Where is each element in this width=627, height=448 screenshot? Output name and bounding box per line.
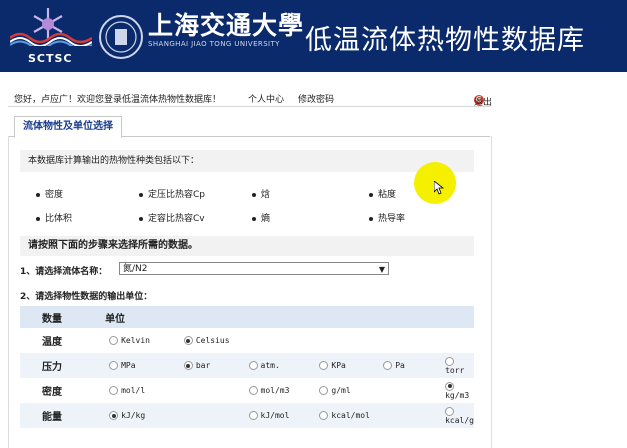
dropdown-arrow-icon: ▼ [378, 265, 385, 274]
radio-button[interactable] [109, 361, 119, 370]
radio-button[interactable] [319, 386, 329, 395]
radio-button[interactable] [445, 406, 455, 416]
header-unit: 单位 [87, 306, 474, 328]
radio-button[interactable] [183, 361, 193, 370]
radio-button[interactable] [445, 381, 455, 391]
radio-option[interactable]: Pa [383, 353, 446, 378]
bullet-icon [36, 192, 40, 197]
sctsc-logo: SCTSC [10, 4, 92, 65]
database-title: 低温流体热物性数据库 [305, 25, 585, 56]
radio-button[interactable] [109, 411, 119, 420]
radio-button[interactable] [445, 356, 455, 366]
radio-button[interactable] [383, 361, 393, 370]
property-item: 焓 [252, 187, 270, 200]
radio-option[interactable]: Celsius [183, 328, 474, 353]
change-password-link[interactable]: 修改密码 [298, 92, 334, 105]
property-item: 熵 [252, 211, 270, 224]
university-name-en: SHANGHAI JIAO TONG UNIVERSITY [148, 40, 280, 48]
radio-option[interactable]: kcal/mol [319, 403, 446, 428]
welcome-text: 您好，卢应广！欢迎您登录低温流体热物性数据库！ [14, 95, 222, 105]
radio-option[interactable]: atm. [248, 353, 320, 378]
table-row: 密度 mol/l mol/m3 g/ml kg/m3 [20, 378, 474, 403]
radio-button[interactable] [109, 336, 119, 345]
property-item: 定压比热容Cp [139, 187, 205, 200]
table-row: 能量 kJ/kg kJ/mol kcal/mol kcal/g [20, 403, 474, 428]
table-row: 温度 Kelvin Celsius [20, 328, 474, 353]
row-label: 温度 [42, 337, 62, 348]
radio-option[interactable]: kJ/mol [248, 403, 320, 428]
bullet-icon [139, 216, 143, 221]
bullet-icon [252, 192, 256, 197]
bullet-icon [252, 216, 256, 221]
table-header-row: 数量 单位 [20, 306, 474, 328]
radio-button[interactable] [183, 336, 193, 345]
bullet-icon [369, 216, 373, 221]
mouse-pointer-icon [434, 181, 444, 195]
bullet-icon [139, 192, 143, 197]
radio-button[interactable] [319, 361, 329, 370]
radio-option[interactable]: kg/m3 [445, 378, 474, 403]
steps-heading: 请按照下面的步骤来选择所需的数据。 [20, 236, 474, 256]
radio-option[interactable]: g/ml [319, 378, 445, 403]
radio-option[interactable]: bar [183, 353, 249, 378]
radio-button[interactable] [248, 361, 258, 370]
bullet-icon [36, 216, 40, 221]
radio-option[interactable]: Kelvin [87, 328, 184, 353]
property-item: 热导率 [369, 211, 405, 224]
tab-bar: 流体物性及单位选择 [8, 112, 490, 138]
personal-center-link[interactable]: 个人中心 [248, 92, 284, 105]
bullet-icon [369, 192, 373, 197]
radio-button[interactable] [248, 411, 258, 420]
wave-logo-icon [10, 32, 92, 46]
radio-option[interactable]: kcal/g [445, 403, 474, 428]
property-item: 密度 [36, 187, 63, 200]
tab-fluid-property-unit[interactable]: 流体物性及单位选择 [14, 116, 122, 138]
user-bar: 您好，卢应广！欢迎您登录低温流体热物性数据库！ 个人中心 修改密码 ⊗ 退出 [8, 88, 493, 108]
radio-option[interactable]: mol/m3 [248, 378, 320, 403]
row-label: 能量 [20, 403, 88, 428]
property-item: 粘度 [369, 187, 396, 200]
university-seal-icon [99, 15, 143, 59]
fluid-select-value: 氮/N2 [123, 264, 148, 274]
university-name: 上海交通大學 SHANGHAI JIAO TONG UNIVERSITY [148, 11, 305, 49]
logo-text: SCTSC [28, 52, 73, 65]
step2-label: 2、请选择物性数据的输出单位： [20, 292, 153, 302]
property-item: 定容比热容Cv [139, 211, 205, 224]
property-item: 比体积 [36, 211, 72, 224]
radio-button[interactable] [319, 411, 329, 420]
radio-option[interactable]: kJ/kg [87, 403, 249, 428]
units-table: 数量 单位 温度 Kelvin Celsius 压力 MPa bar atm. … [20, 306, 474, 428]
radio-option[interactable]: MPa [87, 353, 184, 378]
radio-option[interactable]: KPa [319, 353, 384, 378]
table-row: 压力 MPa bar atm. KPa Pa torr [20, 353, 474, 378]
radio-option[interactable]: torr [445, 353, 474, 378]
logout-label: 退出 [474, 98, 493, 108]
fluid-select[interactable]: 氮/N2 ▼ [119, 262, 389, 275]
intro-text: 本数据库计算输出的热物性种类包括以下： [20, 150, 474, 172]
university-name-cn: 上海交通大學 [148, 11, 305, 40]
header-quantity: 数量 [20, 306, 88, 328]
row-label: 密度 [42, 387, 62, 398]
row-label: 压力 [20, 353, 88, 378]
radio-option[interactable]: mol/l [87, 378, 248, 403]
radio-button[interactable] [109, 386, 119, 395]
step1-label: 1、请选择流体名称： [20, 267, 108, 277]
radio-button[interactable] [248, 386, 258, 395]
site-header: SCTSC 上海交通大學 SHANGHAI JIAO TONG UNIVERSI… [0, 0, 627, 72]
